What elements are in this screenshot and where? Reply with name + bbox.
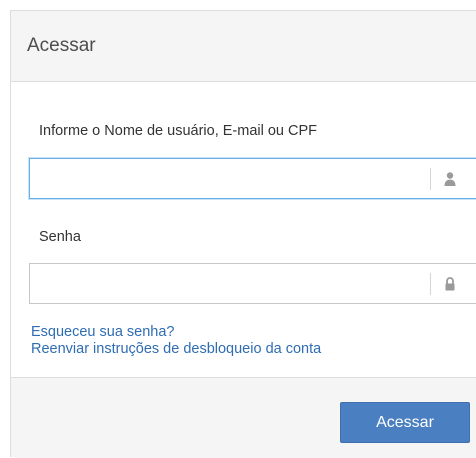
password-label: Senha — [39, 229, 81, 245]
panel-header: Acessar — [11, 11, 476, 82]
login-panel: Acessar Informe o Nome de usuário, E-mai… — [10, 10, 476, 458]
input-addon-divider — [430, 168, 431, 190]
password-field[interactable] — [29, 263, 476, 304]
username-input[interactable] — [30, 159, 430, 198]
lock-icon — [442, 275, 458, 293]
panel-footer: Acessar — [11, 377, 476, 458]
username-field[interactable] — [29, 158, 476, 199]
input-addon-divider — [430, 273, 431, 295]
password-input[interactable] — [30, 264, 430, 303]
submit-button[interactable]: Acessar — [340, 402, 470, 443]
help-links: Esqueceu sua senha? Reenviar instruções … — [31, 324, 321, 358]
user-icon — [442, 170, 458, 188]
resend-unlock-link[interactable]: Reenviar instruções de desbloqueio da co… — [31, 341, 321, 358]
panel-title: Acessar — [27, 35, 96, 56]
forgot-password-link[interactable]: Esqueceu sua senha? — [31, 324, 321, 341]
username-label: Informe o Nome de usuário, E-mail ou CPF — [39, 123, 318, 139]
